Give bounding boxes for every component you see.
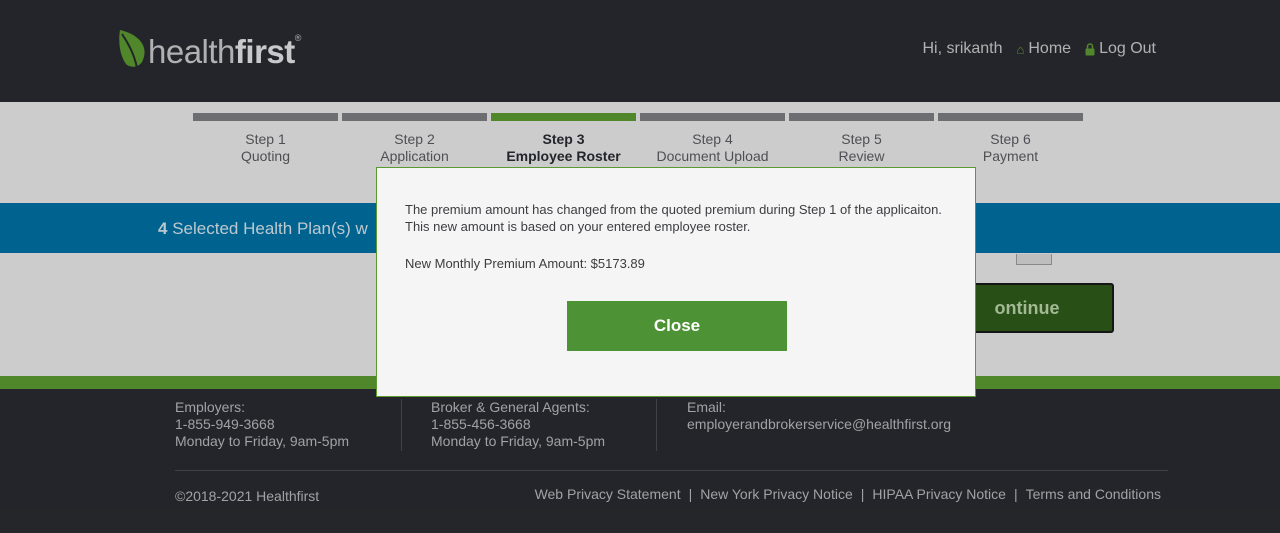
- close-button[interactable]: Close: [567, 301, 787, 351]
- premium-change-modal: The premium amount has changed from the …: [376, 167, 976, 397]
- modal-message: The premium amount has changed from the …: [405, 202, 942, 234]
- new-premium-amount: New Monthly Premium Amount: $5173.89: [405, 256, 645, 271]
